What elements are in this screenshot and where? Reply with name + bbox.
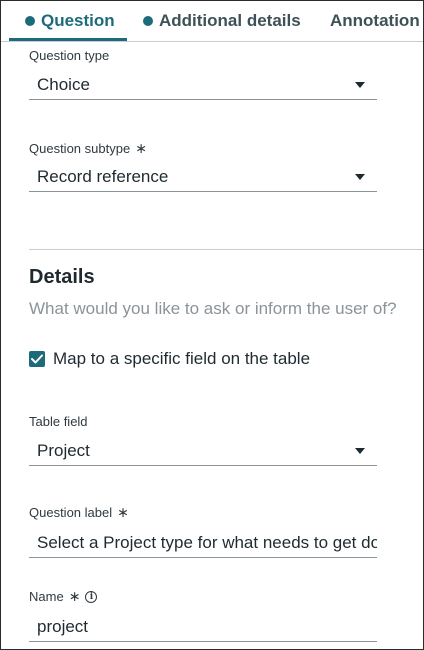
chevron-down-icon (355, 81, 365, 88)
tab-annotation[interactable]: Annotation (330, 1, 420, 41)
section-divider (29, 249, 423, 250)
status-dot-icon (25, 16, 35, 26)
question-type-label-text: Question type (29, 48, 110, 63)
details-subtitle: What would you like to ask or inform the… (29, 299, 397, 318)
question-type-select[interactable]: Choice (29, 70, 377, 100)
name-value: project (37, 616, 89, 636)
active-tab-indicator (9, 38, 127, 41)
question-label-input[interactable]: Select a Project type for what needs to … (29, 528, 377, 558)
question-label-label-text: Question label (29, 505, 113, 520)
question-subtype-label-text: Question subtype (29, 141, 131, 156)
question-label-label: Question label ∗ (29, 504, 129, 521)
tab-bar: Question Additional details Annotation (1, 1, 423, 42)
required-icon: ∗ (135, 140, 147, 156)
table-field-label-text: Table field (29, 414, 88, 429)
name-input[interactable]: project (29, 612, 377, 642)
map-field-checkbox-label: Map to a specific field on the table (53, 349, 311, 368)
required-icon: ∗ (117, 504, 129, 520)
question-subtype-select[interactable]: Record reference (29, 162, 377, 192)
checkmark-icon (31, 354, 43, 364)
info-icon[interactable]: i (85, 590, 98, 603)
table-field-label: Table field (29, 414, 88, 429)
tab-additional-details[interactable]: Additional details (143, 1, 301, 41)
details-heading: Details (29, 266, 95, 288)
map-field-checkbox[interactable] (29, 351, 45, 367)
map-field-checkbox-row[interactable]: Map to a specific field on the table (29, 349, 310, 369)
tab-label: Additional details (159, 11, 301, 30)
question-label-value: Select a Project type for what needs to … (37, 532, 377, 552)
chevron-down-icon (355, 447, 365, 454)
tab-question[interactable]: Question (25, 1, 115, 41)
table-field-value: Project (37, 440, 90, 460)
name-label-text: Name (29, 589, 64, 604)
required-icon: ∗ (68, 588, 81, 604)
question-type-label: Question type (29, 48, 109, 63)
question-subtype-value: Record reference (37, 166, 169, 186)
status-dot-icon (143, 16, 153, 26)
table-field-select[interactable]: Project (29, 436, 377, 466)
tab-label: Question (41, 11, 115, 30)
question-editor-panel: Question Additional details Annotation Q… (0, 0, 424, 650)
name-label: Name ∗ i (29, 588, 98, 605)
question-subtype-label: Question subtype ∗ (29, 140, 147, 157)
tab-label: Annotation (330, 11, 420, 30)
chevron-down-icon (355, 173, 365, 180)
question-type-value: Choice (37, 74, 90, 94)
